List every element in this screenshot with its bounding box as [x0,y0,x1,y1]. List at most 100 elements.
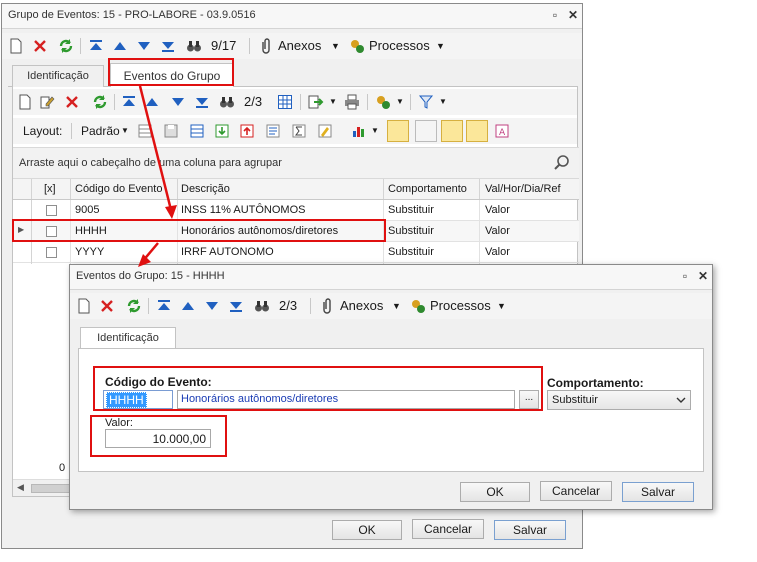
first-record-icon[interactable] [121,94,137,110]
comportamento-select[interactable]: Substituir [547,390,691,410]
group-by-area[interactable]: Arraste aqui o cabeçalho de uma coluna p… [13,147,579,179]
dialog-tab-identificacao[interactable]: Identificação [80,327,176,349]
column-header-val[interactable]: Val/Hor/Dia/Ref [485,179,577,199]
next-record-icon[interactable] [136,38,152,54]
column-header-comportamento[interactable]: Comportamento [388,179,478,199]
view-toggle-1[interactable] [387,120,409,142]
view-toggle-3[interactable] [441,120,463,142]
last-record-icon[interactable] [228,298,244,314]
edit-icon[interactable] [39,94,55,110]
column-header-codigo[interactable]: Código do Evento [75,179,175,199]
chevron-down-icon[interactable]: ▼ [436,38,445,54]
dialog-save-button[interactable]: Salvar [622,482,694,502]
last-record-icon[interactable] [160,38,176,54]
layout-select[interactable]: Padrão [81,123,120,139]
grid-view-icon[interactable] [277,94,293,110]
find-binoculars-icon[interactable] [219,94,235,110]
layout-import-icon[interactable] [214,123,230,139]
scroll-thumb[interactable] [31,484,73,493]
dialog-ok-button[interactable]: OK [460,482,530,502]
column-divider [479,179,480,199]
paperclip-icon[interactable] [258,38,274,54]
chevron-down-icon[interactable]: ▼ [497,298,506,314]
table-row[interactable]: 9005 INSS 11% AUTÔNOMOS Substituir Valor [13,200,579,221]
row-checkbox[interactable] [46,226,57,237]
chevron-down-icon[interactable]: ▼ [392,298,401,314]
table-row-selected[interactable]: ▶ HHHH Honorários autônomos/diretores Su… [13,221,579,242]
next-record-icon[interactable] [170,94,186,110]
delete-icon[interactable] [64,94,80,110]
tab-identificacao[interactable]: Identificação [12,65,104,87]
delete-icon[interactable] [99,298,115,314]
layout-save-icon[interactable] [163,123,179,139]
find-binoculars-icon[interactable] [254,298,270,314]
gears-icon[interactable] [375,94,391,110]
column-header-checkbox[interactable]: [x] [44,179,64,199]
layout-format-icon[interactable] [265,123,281,139]
refresh-icon[interactable] [92,94,108,110]
find-binoculars-icon[interactable] [186,38,202,54]
tab-eventos-do-grupo[interactable]: Eventos do Grupo [110,63,234,88]
previous-record-icon[interactable] [112,38,128,54]
horizontal-scrollbar[interactable]: ◀ [13,479,73,496]
cell-comportamento: Substituir [388,225,434,237]
anexos-menu[interactable]: Anexos [340,298,383,314]
chevron-down-icon[interactable]: ▼ [371,123,379,139]
processos-menu[interactable]: Processos [369,38,430,54]
new-document-icon[interactable] [8,38,24,54]
chevron-down-icon[interactable]: ▼ [396,94,404,110]
chevron-down-icon[interactable]: ▼ [329,94,337,110]
restore-icon[interactable]: ▫ [678,269,692,283]
scroll-left-icon[interactable]: ◀ [17,482,24,493]
refresh-icon[interactable] [58,38,74,54]
search-icon[interactable] [553,154,571,172]
close-icon[interactable]: ✕ [566,8,580,22]
save-button[interactable]: Salvar [494,520,566,540]
delete-icon[interactable] [32,38,48,54]
chevron-down-icon[interactable] [676,396,686,404]
chevron-down-icon[interactable]: ▼ [331,38,340,54]
close-icon[interactable]: ✕ [696,269,710,283]
gears-icon[interactable] [410,298,426,314]
dialog-cancel-button[interactable]: Cancelar [540,481,612,501]
column-header-descricao[interactable]: Descrição [181,179,381,199]
view-toggle-2[interactable] [415,120,437,142]
new-document-icon[interactable] [76,298,92,314]
codigo-input[interactable]: HHHH [103,390,173,409]
filter-funnel-icon[interactable] [418,94,434,110]
new-document-icon[interactable] [17,94,33,110]
first-record-icon[interactable] [88,38,104,54]
layout-highlight-icon[interactable] [317,123,333,139]
layout-sum-icon[interactable] [291,123,307,139]
refresh-icon[interactable] [126,298,142,314]
row-checkbox[interactable] [46,247,57,258]
export-arrow-icon[interactable] [308,94,324,110]
lookup-button[interactable]: ... [519,390,539,409]
descricao-field[interactable]: Honorários autônomos/diretores [177,390,515,409]
previous-record-icon[interactable] [144,94,160,110]
first-record-icon[interactable] [156,298,172,314]
layout-grid-icon[interactable] [189,123,205,139]
chevron-down-icon[interactable]: ▼ [439,94,447,110]
ok-button[interactable]: OK [332,520,402,540]
dialog-window: Eventos do Grupo: 15 - HHHH ▫ ✕ 2/3 Anex… [69,264,713,510]
gears-icon[interactable] [349,38,365,54]
layout-columns-icon[interactable] [137,123,153,139]
anexos-menu[interactable]: Anexos [278,38,321,54]
bar-chart-icon[interactable] [351,123,367,139]
view-toggle-4[interactable] [466,120,488,142]
cancel-button[interactable]: Cancelar [412,519,484,539]
layout-export-icon[interactable] [239,123,255,139]
paperclip-icon[interactable] [319,298,335,314]
text-format-icon[interactable]: A [494,123,510,139]
chevron-down-icon[interactable]: ▼ [121,123,129,139]
processos-menu[interactable]: Processos [430,298,491,314]
last-record-icon[interactable] [194,94,210,110]
row-checkbox[interactable] [46,205,57,216]
print-icon[interactable] [344,94,360,110]
table-row[interactable]: YYYY IRRF AUTONOMO Substituir Valor [13,242,579,263]
restore-icon[interactable]: ▫ [548,8,562,22]
previous-record-icon[interactable] [180,298,196,314]
valor-input[interactable]: 10.000,00 [105,429,211,448]
next-record-icon[interactable] [204,298,220,314]
